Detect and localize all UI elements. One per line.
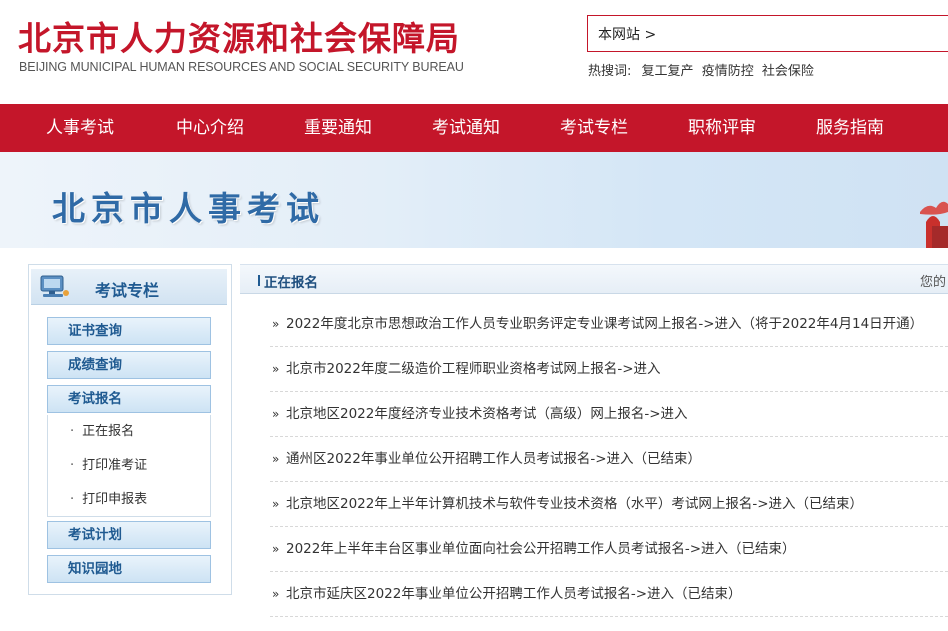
computer-icon: [40, 275, 69, 297]
hot-search-link[interactable]: 社会保险: [762, 64, 814, 79]
site-logo-title[interactable]: 北京市人力资源和社会保障局: [18, 12, 460, 60]
list-item[interactable]: » 北京市延庆区2022年事业单位公开招聘工作人员考试报名->进入（已结束）: [270, 572, 948, 617]
list-item-link[interactable]: 2022年上半年丰台区事业单位面向社会公开招聘工作人员考试报名->进入（已结束）: [286, 541, 796, 557]
nav-item-exam-notices[interactable]: 考试通知: [432, 104, 500, 152]
sidebar-subitem-print-application[interactable]: · 打印申报表: [47, 483, 211, 517]
double-chevron-icon: »: [272, 587, 280, 601]
double-chevron-icon: »: [272, 497, 280, 511]
sidebar-item-score-query[interactable]: 成绩查询: [47, 351, 211, 379]
list-item-link[interactable]: 通州区2022年事业单位公开招聘工作人员考试报名->进入（已结束）: [286, 451, 701, 467]
banner-title: 北京市人事考试: [52, 189, 325, 228]
double-chevron-icon: »: [272, 542, 280, 556]
hot-search-link[interactable]: 疫情防控: [702, 64, 754, 79]
sidebar-subitem-label: 打印准考证: [82, 458, 148, 473]
list-item[interactable]: » 2022年上半年丰台区事业单位面向社会公开招聘工作人员考试报名->进入（已结束…: [270, 527, 948, 572]
double-chevron-icon: »: [272, 452, 280, 466]
sidebar: 考试专栏 证书查询 成绩查询 考试报名 · 正在报名 · 打印准考证 · 打印申报表 …: [28, 264, 232, 595]
sidebar-item-exam-plan[interactable]: 考试计划: [47, 521, 211, 549]
list-item-link[interactable]: 北京地区2022年度经济专业技术资格考试（高级）网上报名->进入: [286, 406, 688, 422]
nav-item-about[interactable]: 中心介绍: [176, 104, 244, 152]
nav-item-exam-column[interactable]: 考试专栏: [560, 104, 628, 152]
list-item[interactable]: » 2022年度北京市思想政治工作人员专业职务评定专业课考试网上报名->进入（将于…: [270, 302, 948, 347]
double-chevron-icon: »: [272, 362, 280, 376]
double-chevron-icon: »: [272, 407, 280, 421]
sidebar-header: 考试专栏: [31, 269, 227, 305]
list-item-link[interactable]: 2022年度北京市思想政治工作人员专业职务评定专业课考试网上报名->进入（将于2…: [286, 316, 923, 332]
site-logo-subtitle: BEIJING MUNICIPAL HUMAN RESOURCES AND SO…: [19, 60, 464, 74]
main-nav: 人事考试 中心介绍 重要通知 考试通知 考试专栏 职称评审 服务指南: [0, 104, 948, 152]
nav-item-title-review[interactable]: 职称评审: [688, 104, 756, 152]
bullet-dot-icon: ·: [70, 458, 75, 473]
nav-item-exam[interactable]: 人事考试: [46, 104, 114, 152]
nav-item-service-guide[interactable]: 服务指南: [816, 104, 884, 152]
banner: 北京市人事考试: [0, 152, 948, 248]
section-header: 正在报名 您的: [240, 264, 948, 294]
bullet-dot-icon: ·: [70, 424, 75, 439]
list-item[interactable]: » 北京地区2022年上半年计算机技术与软件专业技术资格（水平）考试网上报名->进…: [270, 482, 948, 527]
section-header-right-text: 您的: [919, 275, 946, 290]
list-item-link[interactable]: 北京市2022年度二级造价工程师职业资格考试网上报名->进入: [286, 361, 661, 377]
hot-search-label: 热搜词:: [588, 64, 632, 79]
list-item[interactable]: » 通州区2022年事业单位公开招聘工作人员考试报名->进入（已结束）: [270, 437, 948, 482]
nav-item-important-notices[interactable]: 重要通知: [304, 104, 372, 152]
hot-search-link[interactable]: 复工复产: [642, 64, 694, 79]
banner-decoration-icon: [920, 201, 948, 248]
main-content: 正在报名 您的 » 2022年度北京市思想政治工作人员专业职务评定专业课考试网上报…: [240, 264, 948, 631]
sidebar-item-certificate-query[interactable]: 证书查询: [47, 317, 211, 345]
sidebar-subitem-print-admission[interactable]: · 打印准考证: [47, 449, 211, 483]
hot-search-terms: 热搜词: 复工复产 疫情防控 社会保险: [588, 60, 818, 79]
sidebar-title: 考试专栏: [95, 281, 160, 300]
list-item-link[interactable]: 北京市延庆区2022年事业单位公开招聘工作人员考试报名->进入（已结束）: [286, 586, 742, 602]
sidebar-subitem-label: 正在报名: [82, 424, 135, 439]
search-input[interactable]: 本网站 >: [587, 15, 948, 52]
bullet-dot-icon: ·: [70, 492, 75, 507]
list-item[interactable]: » 北京市2022年度二级造价工程师职业资格考试网上报名->进入: [270, 347, 948, 392]
sidebar-item-knowledge[interactable]: 知识园地: [47, 555, 211, 583]
registration-list: » 2022年度北京市思想政治工作人员专业职务评定专业课考试网上报名->进入（将于…: [270, 302, 948, 617]
site-header: 北京市人力资源和社会保障局 BEIJING MUNICIPAL HUMAN RE…: [0, 0, 948, 104]
search-scope-selector[interactable]: 本网站 >: [598, 24, 656, 44]
sidebar-subitem-registering[interactable]: · 正在报名: [47, 415, 211, 449]
list-item-link[interactable]: 北京地区2022年上半年计算机技术与软件专业技术资格（水平）考试网上报名->进入…: [286, 496, 863, 512]
sidebar-item-exam-registration[interactable]: 考试报名: [47, 385, 211, 413]
list-item[interactable]: » 北京地区2022年度经济专业技术资格考试（高级）网上报名->进入: [270, 392, 948, 437]
section-title: 正在报名: [258, 271, 318, 291]
double-chevron-icon: »: [272, 317, 280, 331]
sidebar-subitem-label: 打印申报表: [82, 492, 148, 507]
